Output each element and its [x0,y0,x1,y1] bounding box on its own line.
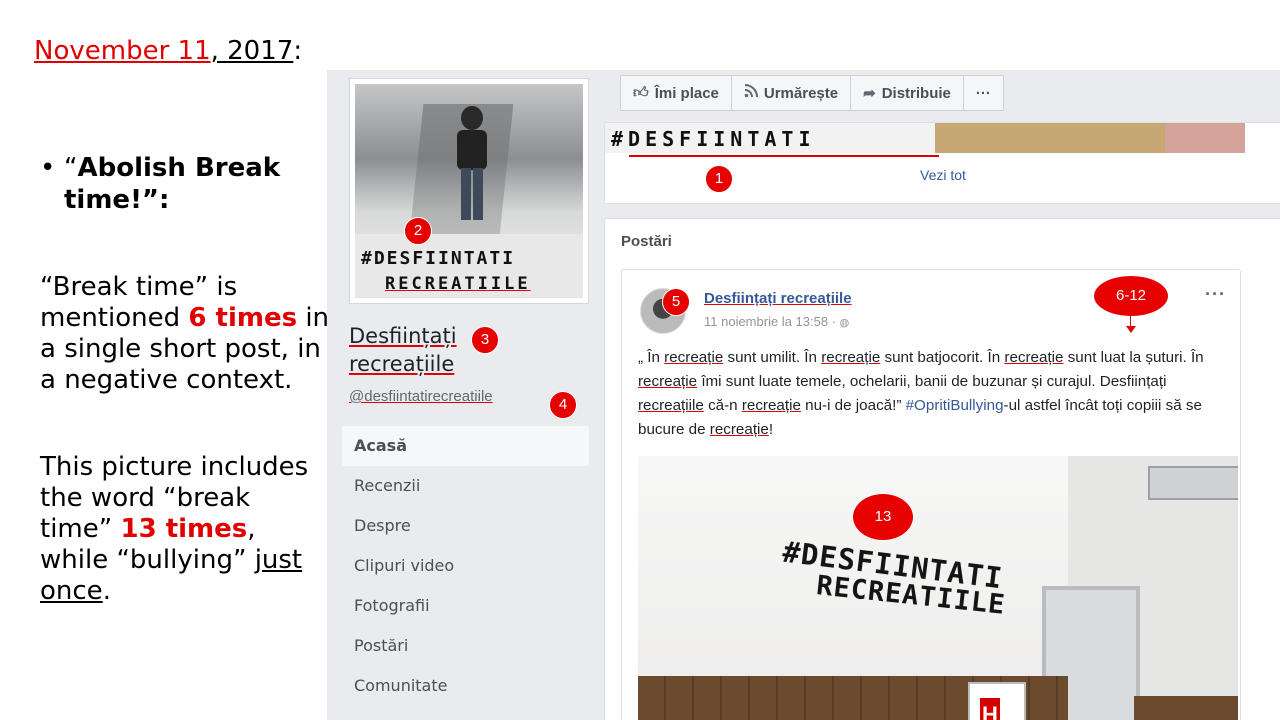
hashtag-link[interactable]: #OpritiBullying [906,397,1004,414]
profile-picture[interactable]: #DESFIINTATI RECREATIILE [349,78,589,304]
date-year: , 2017 [210,36,294,66]
para1-highlight: 6 times [188,303,298,333]
annotation-arrow-head [1126,326,1136,333]
quote-open: “ [64,153,78,183]
boy-figure [453,106,489,224]
nav-item-acasa[interactable]: Acasă [342,426,589,466]
post-photo[interactable]: #DESFIINTATI RECREATIILE H [638,456,1238,720]
annotation-badge-4: 4 [549,391,577,419]
bullet-text: “Abolish Break time!”: [64,152,304,216]
like-button[interactable]: 👍︎ Îmi place [621,76,732,110]
strip-hashtag: #DESFIINTATI [611,127,816,151]
globe-icon: ◍ [839,317,850,329]
facebook-page-screenshot: #DESFIINTATI RECREATIILE Desființați rec… [327,70,1280,720]
photos-strip: #DESFIINTATI Vezi tot [604,122,1280,204]
keyword-recreatie: recreație [741,397,801,414]
quote-close: !”: [130,185,170,215]
rss-icon [744,84,758,102]
bullet-main-text: Abolish Break time [64,153,281,215]
hydrant-sign-letter: H [980,698,1000,720]
annotation-badge-6-12: 6-12 [1093,275,1169,317]
posts-section: Postări Desființați recreațiile 11 noiem… [604,218,1280,720]
page-handle[interactable]: @desfiintatirecreatiile [349,388,493,405]
follow-label: Urmărește [763,84,839,102]
nav-item-clipuri-video[interactable]: Clipuri video [342,546,589,586]
keyword-recreatiile: recreațiile [638,397,704,414]
cover-hashtag-line2: RECREATIILE [385,274,531,294]
page-title-line2: recreațiile [349,352,455,376]
boy-body [457,130,487,170]
page-title-line1: Desființați [349,324,457,348]
page-nav: Acasă Recenzii Despre Clipuri video Foto… [342,426,589,706]
annotation-badge-5: 5 [662,288,690,316]
annotation-badge-13: 13 [852,493,914,541]
more-options-button[interactable]: ··· [964,76,1003,110]
keyword-recreatie: recreație [638,373,698,390]
nav-item-postari[interactable]: Postări [342,626,589,666]
nav-item-comunitate[interactable]: Comunitate [342,666,589,706]
post-timestamp[interactable]: 11 noiembrie la 13:58 · ◍ [704,314,849,329]
keyword-recreatie: recreație [1004,349,1064,366]
annotation-badge-1: 1 [705,165,733,193]
profile-photo: #DESFIINTATI RECREATIILE [355,84,583,298]
post-text: „ În recreație sunt umilit. În recreație… [638,349,1204,438]
hydrant-sign: H [968,682,1026,720]
nav-item-recenzii[interactable]: Recenzii [342,466,589,506]
page-title[interactable]: Desființați recreațiile [349,322,549,378]
share-button[interactable]: ➦ Distribuie [851,76,964,110]
annotation-badge-3: 3 [471,326,499,354]
boy-head [461,106,483,130]
slide-date: November 11, 2017: [34,36,302,66]
nav-item-fotografii[interactable]: Fotografii [342,586,589,626]
date-highlight: November 11 [34,36,211,66]
posts-title: Postări [621,233,672,250]
nav-item-despre[interactable]: Despre [342,506,589,546]
bullet-dot: • [40,153,56,183]
paragraph-picture: This picture includes the word “break ti… [40,452,330,607]
strip-underline [629,155,939,157]
photo-wood-panel-right [1134,696,1238,720]
share-label: Distribuie [881,84,951,102]
photo-window [1148,466,1238,500]
date-colon: : [293,36,303,66]
paragraph-break-time: “Break time” is mentioned 6 times in a s… [40,272,330,396]
post-time-text: 11 noiembrie la 13:58 · [704,314,840,329]
keyword-recreatie: recreație [709,421,769,438]
thumbs-up-icon: 👍︎ [633,84,649,101]
boy-legs [461,168,483,220]
post-more-icon[interactable]: ··· [1205,284,1226,305]
post-author[interactable]: Desființați recreațiile [704,290,852,307]
cover-hashtag-line1: #DESFIINTATI [361,248,516,269]
follow-button[interactable]: Urmărește [732,76,852,110]
para2-text-c: . [102,576,111,606]
para2-highlight: 13 times [120,514,248,544]
post-card: Desființați recreațiile 11 noiembrie la … [621,269,1241,720]
share-icon: ➦ [863,85,876,102]
like-label: Îmi place [654,84,719,102]
keyword-recreatie: recreație [821,349,881,366]
more-icon: ··· [975,84,991,102]
keyword-recreatie: recreație [664,349,724,366]
page-actions-bar: 👍︎ Îmi place Urmărește ➦ Distribuie ··· [620,75,1004,111]
annotation-badge-2: 2 [404,217,432,245]
